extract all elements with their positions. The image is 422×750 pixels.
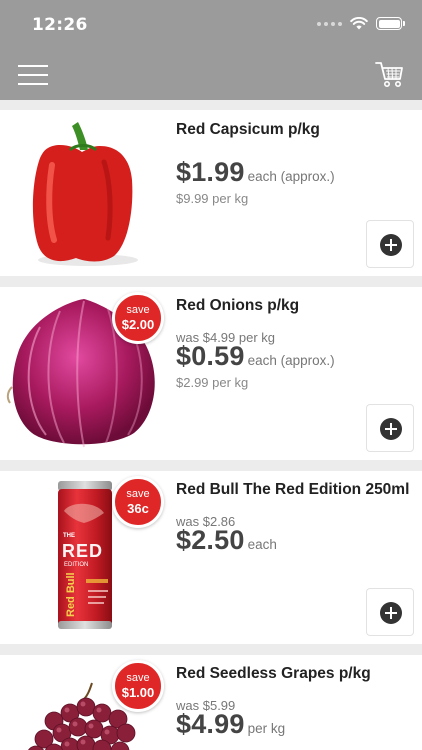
- price-line: $2.50 each: [176, 525, 277, 556]
- battery-icon: [376, 17, 405, 30]
- save-label: save: [126, 672, 150, 684]
- per-kg-price: $9.99 per kg: [176, 191, 249, 206]
- status-bar: 12:26: [0, 0, 422, 48]
- product-name[interactable]: Red Onions p/kg: [176, 297, 299, 315]
- can-text-red: RED: [62, 541, 103, 561]
- price-line: $4.99 per kg: [176, 709, 285, 740]
- product-name[interactable]: Red Bull The Red Edition 250ml: [176, 481, 409, 499]
- price-unit: each (approx.): [247, 353, 335, 368]
- status-time: 12:26: [32, 15, 88, 35]
- cart-icon[interactable]: [374, 58, 406, 90]
- add-to-cart-button[interactable]: [366, 404, 414, 452]
- price-unit: each (approx.): [247, 169, 335, 184]
- wifi-icon: [350, 17, 368, 30]
- save-label: save: [126, 488, 150, 500]
- nav-bar: [0, 48, 422, 100]
- product-card[interactable]: Red Capsicum p/kg $1.99 each (approx.) $9…: [0, 110, 422, 276]
- signal-dots-icon: [317, 21, 342, 26]
- price-unit: each: [247, 537, 277, 552]
- save-badge: save 36c: [112, 476, 164, 528]
- add-to-cart-button[interactable]: [366, 588, 414, 636]
- price-unit: per kg: [247, 721, 286, 736]
- product-card[interactable]: save $1.00 Red Seedless Grapes p/kg was …: [0, 655, 422, 750]
- save-amount: $1.00: [121, 685, 155, 700]
- save-badge: save $2.00: [112, 292, 164, 344]
- save-badge: save $1.00: [112, 660, 164, 712]
- product-price: $1.99: [176, 157, 245, 187]
- can-text-the: THE: [63, 533, 75, 539]
- red-capsicum-image: [32, 122, 138, 266]
- plus-icon: [380, 418, 402, 440]
- can-text-edition: EDITION: [64, 562, 88, 568]
- product-card[interactable]: THE RED EDITION Red Bull save 36c Red Bu…: [0, 471, 422, 644]
- can-text-brand: Red Bull: [65, 572, 77, 617]
- product-name[interactable]: Red Capsicum p/kg: [176, 121, 320, 139]
- save-amount: 36c: [127, 501, 149, 516]
- price-line: $1.99 each (approx.): [176, 157, 335, 188]
- plus-icon: [380, 234, 402, 256]
- product-card[interactable]: save $2.00 Red Onions p/kg was $4.99 per…: [0, 287, 422, 460]
- product-name[interactable]: Red Seedless Grapes p/kg: [176, 665, 371, 683]
- product-price: $4.99: [176, 709, 245, 739]
- price-line: $0.59 each (approx.): [176, 341, 335, 372]
- save-label: save: [126, 304, 150, 316]
- plus-icon: [380, 602, 402, 624]
- product-price: $2.50: [176, 525, 245, 555]
- hamburger-menu-icon[interactable]: [18, 65, 48, 85]
- add-to-cart-button[interactable]: [366, 220, 414, 268]
- status-icons: [317, 17, 405, 30]
- product-price: $0.59: [176, 341, 245, 371]
- per-kg-price: $2.99 per kg: [176, 375, 249, 390]
- save-amount: $2.00: [121, 317, 155, 332]
